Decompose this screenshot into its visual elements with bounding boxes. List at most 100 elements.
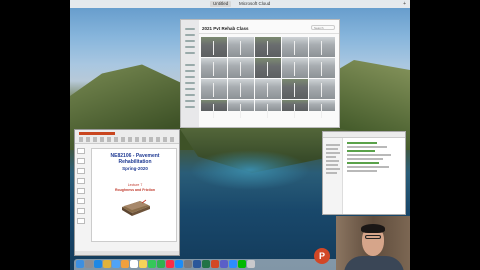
photo-thumbnail[interactable] — [228, 79, 254, 99]
photo-thumbnail[interactable] — [228, 37, 254, 57]
slide-subtitle: Spring-2020 — [122, 166, 148, 171]
slide-thumbnail[interactable] — [77, 168, 85, 174]
photo-thumbnail[interactable] — [282, 58, 308, 78]
photo-thumbnail[interactable] — [255, 79, 281, 99]
sidebar-item[interactable] — [185, 100, 195, 102]
slide-thumbnail[interactable] — [77, 148, 85, 154]
sidebar-item[interactable] — [185, 28, 195, 30]
sidebar-item[interactable] — [185, 82, 195, 84]
sidebar-item[interactable] — [326, 164, 338, 166]
settings-icon[interactable] — [184, 260, 192, 268]
photos-sidebar — [181, 20, 199, 127]
photo-thumbnail[interactable] — [201, 58, 227, 78]
sidebar-item[interactable] — [326, 152, 340, 154]
photo-thumbnail[interactable] — [309, 37, 335, 57]
photo-thumbnail[interactable] — [255, 37, 281, 57]
sidebar-item[interactable] — [326, 156, 336, 158]
webcam-video-overlay — [336, 216, 410, 270]
powerpoint-icon[interactable] — [211, 260, 219, 268]
photo-thumbnail[interactable] — [255, 58, 281, 78]
line-icon[interactable] — [238, 260, 246, 268]
slide-thumbnail[interactable] — [77, 188, 85, 194]
photo-thumbnail[interactable] — [201, 79, 227, 99]
sidebar-item[interactable] — [185, 52, 195, 54]
slide-thumbnail[interactable] — [77, 178, 85, 184]
slide-topic: Roughness and Friction — [114, 188, 156, 192]
tab-untitled[interactable]: Untitled — [210, 1, 232, 7]
powerpoint-app-icon[interactable]: P — [314, 248, 330, 264]
safari-icon[interactable] — [94, 260, 102, 268]
sidebar-item[interactable] — [185, 46, 195, 48]
ribbon-toolbar[interactable] — [79, 137, 175, 142]
ribbon-title-bar — [79, 132, 115, 135]
sidebar-item[interactable] — [185, 70, 195, 72]
photo-thumbnail[interactable] — [309, 79, 335, 99]
presenter-hair — [361, 224, 385, 233]
photos-window[interactable]: 2021 Pvt Rehab Class Search — [180, 19, 340, 128]
photos-toolbar: 2021 Pvt Rehab Class Search — [199, 20, 339, 34]
file-row[interactable] — [347, 150, 375, 152]
sidebar-item[interactable] — [185, 88, 195, 90]
file-row[interactable] — [347, 146, 387, 148]
photo-thumbnail[interactable] — [255, 100, 281, 118]
photo-thumbnail[interactable] — [201, 37, 227, 57]
photo-thumbnail[interactable] — [201, 100, 227, 118]
sidebar-item[interactable] — [185, 64, 195, 66]
file-row[interactable] — [347, 166, 389, 168]
photo-thumbnail[interactable] — [309, 58, 335, 78]
launchpad-icon[interactable] — [85, 260, 93, 268]
sidebar-item[interactable] — [185, 40, 195, 42]
photo-thumbnail[interactable] — [282, 37, 308, 57]
file-row[interactable] — [347, 142, 377, 144]
file-row[interactable] — [347, 170, 377, 172]
sidebar-item[interactable] — [326, 148, 338, 150]
sidebar-item[interactable] — [326, 160, 339, 162]
file-list-window[interactable] — [322, 131, 406, 215]
messages-icon[interactable] — [148, 260, 156, 268]
sidebar-item[interactable] — [326, 172, 337, 174]
wallpaper-sea — [190, 150, 310, 190]
notes-icon[interactable] — [139, 260, 147, 268]
mail-icon[interactable] — [112, 260, 120, 268]
facetime-icon[interactable] — [157, 260, 165, 268]
slide-thumbnail[interactable] — [77, 208, 85, 214]
music-icon[interactable] — [166, 260, 174, 268]
word-icon[interactable] — [193, 260, 201, 268]
browser-tab-bar: Untitled Microsoft Cloud + — [70, 0, 410, 8]
slide-thumbnail[interactable] — [77, 158, 85, 164]
photo-thumbnail[interactable] — [228, 58, 254, 78]
slide-thumbnail[interactable] — [77, 198, 85, 204]
calendar-icon[interactable] — [130, 260, 138, 268]
letterbox-left — [0, 0, 70, 270]
photo-thumbnail[interactable] — [309, 100, 335, 118]
teams-icon[interactable] — [220, 260, 228, 268]
powerpoint-status-bar — [75, 251, 179, 255]
file-row[interactable] — [347, 154, 391, 156]
tab-microsoft-cloud[interactable]: Microsoft Cloud — [236, 1, 273, 7]
sidebar-item[interactable] — [185, 94, 195, 96]
sidebar-item[interactable] — [185, 34, 195, 36]
excel-icon[interactable] — [202, 260, 210, 268]
trash-icon[interactable] — [247, 260, 255, 268]
photos-search-input[interactable]: Search — [311, 25, 335, 30]
finder-icon[interactable] — [76, 260, 84, 268]
sidebar-item[interactable] — [185, 76, 195, 78]
photo-thumbnail[interactable] — [282, 100, 308, 118]
powerpoint-window[interactable]: NE82106 - Pavement Rehabilitation Spring… — [74, 129, 180, 256]
slide-thumbnail[interactable] — [77, 218, 85, 224]
zoom-icon[interactable] — [229, 260, 237, 268]
photos-icon[interactable] — [121, 260, 129, 268]
photo-thumbnail[interactable] — [228, 100, 254, 118]
sidebar-item[interactable] — [185, 106, 195, 108]
add-tab-icon[interactable]: + — [403, 1, 406, 7]
sidebar-item[interactable] — [326, 144, 340, 146]
app-store-icon[interactable] — [175, 260, 183, 268]
slide-thumbnail-pane — [77, 148, 87, 228]
file-row[interactable] — [347, 162, 379, 164]
file-row[interactable] — [347, 158, 383, 160]
photo-thumbnail[interactable] — [282, 79, 308, 99]
chrome-icon[interactable] — [103, 260, 111, 268]
presenter-glasses — [365, 235, 381, 239]
slide-canvas[interactable]: NE82106 - Pavement Rehabilitation Spring… — [91, 148, 177, 242]
sidebar-item[interactable] — [326, 168, 340, 170]
